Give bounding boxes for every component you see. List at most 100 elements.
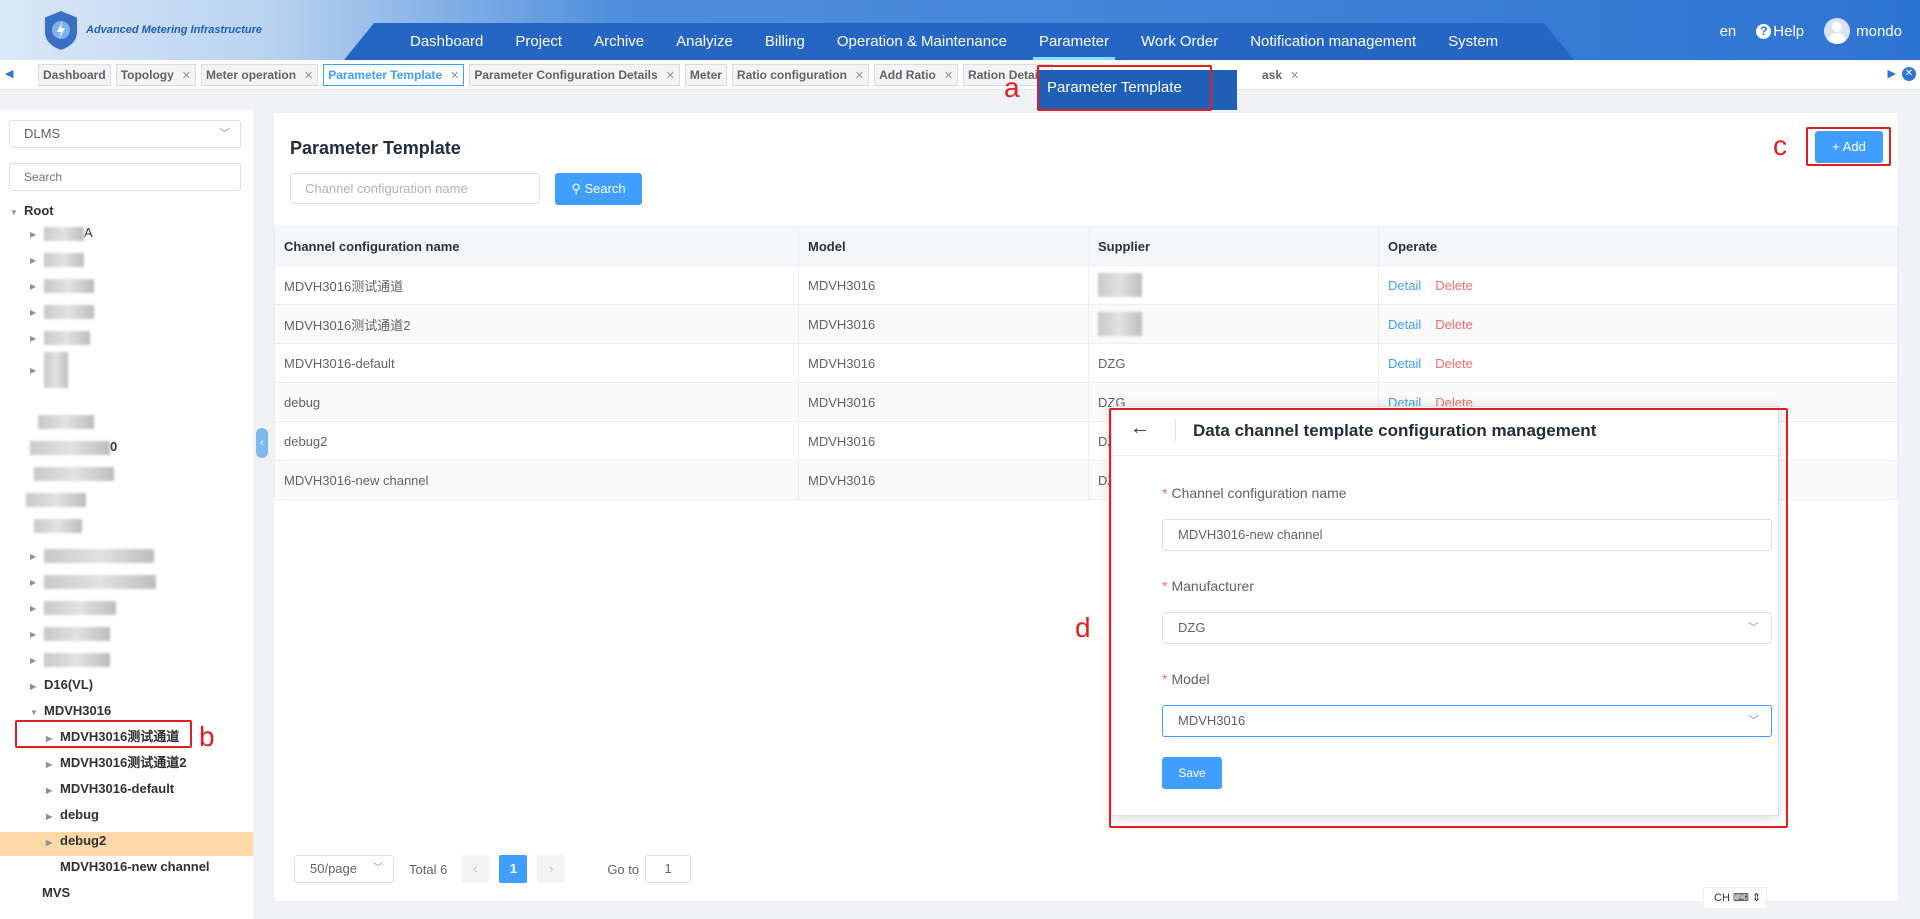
top-right-controls: en ? Help mondo (1720, 18, 1902, 44)
nav-archive[interactable]: Archive (578, 23, 660, 60)
cell-name: debug2 (274, 421, 799, 461)
tree-node-root[interactable]: ▼ Root (10, 200, 54, 222)
tree-node[interactable] (34, 462, 114, 484)
tree-node-debug2[interactable]: ▶ debug2 (46, 830, 106, 852)
delete-link[interactable]: Delete (1435, 317, 1473, 332)
close-icon[interactable]: ✕ (855, 69, 864, 82)
tree-node[interactable]: ▶ (30, 570, 156, 592)
goto-label: Go to (607, 861, 640, 877)
caret-right-icon: ▶ (30, 366, 37, 376)
caret-right-icon: ▶ (30, 578, 37, 587)
tree-node-new-channel[interactable]: MDVH3016-new channel (60, 856, 210, 878)
nav-dashboard[interactable]: Dashboard (394, 23, 499, 60)
tab-parameter-configuration-details[interactable]: Parameter Configuration Details ✕ (469, 64, 680, 86)
tab-meter-operation[interactable]: Meter operation ✕ (201, 64, 319, 86)
tree-node-debug[interactable]: ▶ debug (46, 804, 99, 826)
user-avatar[interactable] (1824, 18, 1851, 44)
cell-name: MDVH3016测试通道2 (274, 304, 799, 344)
tabs-scroll-left-icon[interactable]: ◀ (5, 67, 13, 80)
close-icon[interactable]: ✕ (666, 69, 675, 82)
caret-right-icon: ▶ (30, 604, 37, 613)
nav-billing[interactable]: Billing (749, 23, 821, 60)
tree-node[interactable] (34, 514, 82, 536)
tab-add-ratio[interactable]: Add Ratio ✕ (874, 64, 959, 86)
tab-topology[interactable]: Topology ✕ (115, 64, 197, 86)
tree-node[interactable]: 0 (30, 436, 117, 458)
detail-link[interactable]: Detail (1388, 356, 1421, 371)
page-number-button[interactable]: 1 (499, 855, 528, 883)
language-switch[interactable]: en (1720, 23, 1737, 40)
close-icon[interactable]: ✕ (1290, 69, 1299, 82)
tree-node[interactable]: ▶ (30, 352, 68, 388)
tree-node[interactable]: ▶ (30, 544, 154, 566)
close-icon[interactable]: ✕ (450, 69, 459, 82)
prev-page-button[interactable]: ‹ (461, 855, 490, 883)
redacted-text (44, 330, 90, 345)
nav-work-order[interactable]: Work Order (1125, 23, 1234, 60)
nav-project[interactable]: Project (499, 23, 578, 60)
tab-parameter-template[interactable]: Parameter Template ✕ (323, 64, 465, 86)
tab-task[interactable]: ask ✕ (1258, 64, 1304, 86)
annotation-box-b (15, 720, 192, 748)
top-bar: Advanced Metering Infrastructure Dashboa… (0, 0, 1920, 60)
tabs-scroll-right-icon[interactable]: ▶ (1888, 67, 1896, 80)
column-header: Supplier (1088, 226, 1379, 266)
cell-name: MDVH3016测试通道 (274, 265, 799, 305)
nav-analyize[interactable]: Analyize (660, 23, 749, 60)
tree-node-mvs[interactable]: MVS (42, 882, 70, 904)
page-size-select[interactable]: 50/page ﹀ (294, 855, 394, 883)
caret-right-icon: ▶ (30, 230, 37, 239)
caret-right-icon: ▶ (46, 838, 53, 847)
close-all-tabs-icon[interactable]: ✕ (1902, 67, 1916, 81)
cell-model: MDVH3016 (798, 421, 1089, 461)
tree-node[interactable]: ▶ (30, 596, 116, 618)
close-icon[interactable]: ✕ (944, 69, 953, 82)
tree-node[interactable] (26, 488, 86, 510)
tab-dashboard[interactable]: Dashboard (38, 64, 111, 86)
tree-node[interactable]: ▶ (30, 326, 90, 348)
tab-meter[interactable]: Meter (684, 64, 727, 86)
tree-node-channel-2[interactable]: ▶ MDVH3016测试通道2 (46, 752, 186, 774)
tree-node[interactable]: ▶ A (30, 222, 93, 244)
search-button[interactable]: ⚲ Search (555, 173, 642, 205)
channel-name-search-input[interactable]: Channel configuration name (290, 173, 540, 204)
close-icon[interactable]: ✕ (182, 69, 191, 82)
tree-node[interactable]: ▶ (30, 648, 110, 670)
detail-link[interactable]: Detail (1388, 317, 1421, 332)
tab-ratio-configuration[interactable]: Ratio configuration ✕ (731, 64, 870, 86)
tree-node[interactable] (38, 410, 94, 432)
annotation-label-b: b (199, 721, 215, 752)
nav-notification-management[interactable]: Notification management (1234, 23, 1432, 60)
redacted-text (30, 440, 110, 455)
nav-system[interactable]: System (1432, 23, 1514, 60)
help-link[interactable]: ? Help (1756, 23, 1804, 40)
delete-link[interactable]: Delete (1435, 278, 1473, 293)
tree-node[interactable]: ▶ (30, 300, 94, 322)
page-title: Parameter Template (290, 138, 461, 158)
nav-operation-maintenance[interactable]: Operation & Maintenance (821, 23, 1023, 60)
cell-supplier (1088, 304, 1379, 344)
tree-search-input[interactable] (9, 163, 241, 191)
cell-supplier: DZG (1088, 343, 1379, 383)
close-icon[interactable]: ✕ (304, 69, 313, 82)
delete-link[interactable]: Delete (1435, 356, 1473, 371)
tree-node[interactable]: ▶ (30, 274, 94, 296)
tree-node-mdvh3016[interactable]: ▼ MDVH3016 (30, 700, 111, 722)
nav-parameter[interactable]: Parameter (1023, 23, 1125, 60)
column-header: Channel configuration name (274, 226, 799, 266)
sidebar-collapse-icon[interactable]: ‹ (256, 428, 268, 458)
tree-node[interactable]: ▶ (30, 622, 110, 644)
protocol-select[interactable]: DLMS ﹀ (9, 120, 241, 148)
next-page-button[interactable]: › (537, 855, 566, 883)
goto-page-input[interactable]: 1 (645, 855, 692, 883)
detail-link[interactable]: Detail (1388, 278, 1421, 293)
tree-node[interactable]: ▶ (30, 248, 84, 270)
user-name[interactable]: mondo (1856, 23, 1902, 40)
help-icon: ? (1756, 23, 1772, 39)
cell-name: MDVH3016-default (274, 343, 799, 383)
redacted-text (44, 278, 94, 293)
tree-node-d16[interactable]: ▶ D16(VL) (30, 674, 93, 696)
help-label: Help (1773, 22, 1805, 40)
tree-node-default[interactable]: ▶ MDVH3016-default (46, 778, 174, 800)
cell-supplier (1088, 265, 1379, 305)
